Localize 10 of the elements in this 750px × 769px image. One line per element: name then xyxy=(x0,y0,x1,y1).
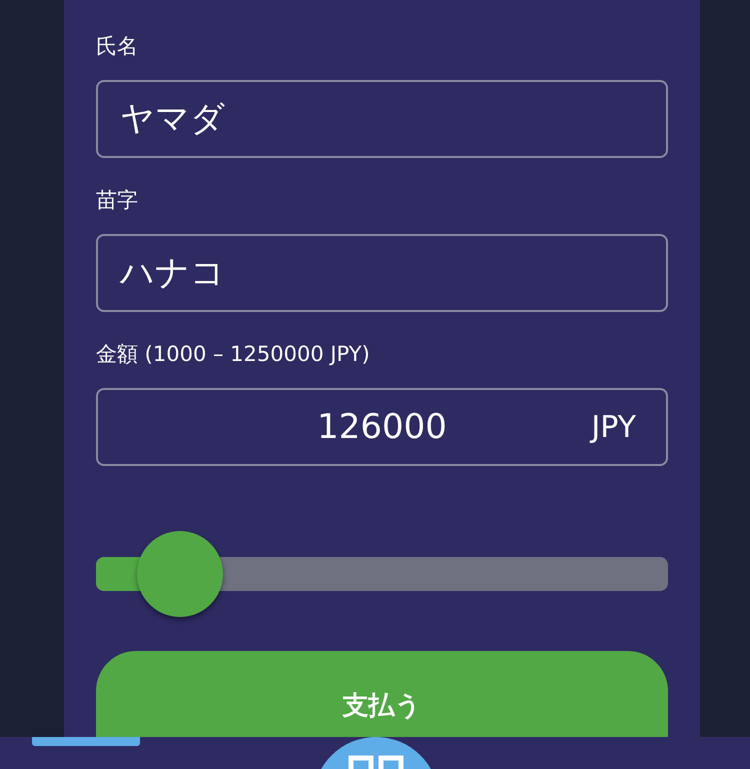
amount-value: 126000 xyxy=(317,407,447,447)
field-label: 苗字 xyxy=(96,187,139,214)
text-field[interactable]: ハナコ xyxy=(96,234,668,312)
amount-slider[interactable] xyxy=(96,531,668,617)
field-label: 金額 (1000 – 1250000 JPY) xyxy=(96,341,371,368)
grid-icon xyxy=(348,755,404,769)
field-label: 氏名 xyxy=(96,33,139,60)
amount-field[interactable]: 126000 JPY xyxy=(96,388,668,466)
text-field[interactable]: ヤマダ xyxy=(96,80,668,158)
currency-label: JPY xyxy=(591,410,636,444)
